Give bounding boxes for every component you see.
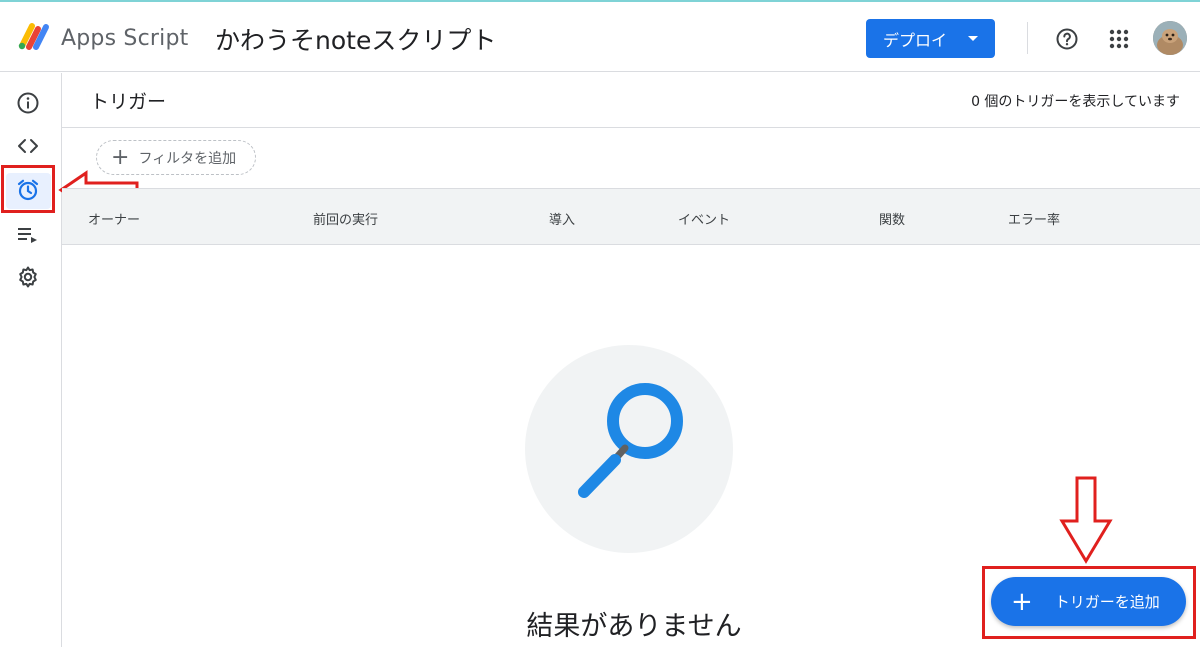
column-header-deployment[interactable]: 導入 xyxy=(549,209,575,228)
add-trigger-button[interactable]: + トリガーを追加 xyxy=(991,577,1186,626)
column-header-last-run[interactable]: 前回の実行 xyxy=(313,209,378,228)
add-trigger-label: トリガーを追加 xyxy=(1054,593,1160,611)
help-icon[interactable] xyxy=(1055,27,1079,51)
empty-state-illustration xyxy=(525,345,733,553)
main-content: トリガー 0 個のトリガーを表示しています + フィルタを追加 オーナー 前回の… xyxy=(62,73,1200,647)
add-filter-button[interactable]: + フィルタを追加 xyxy=(96,140,256,175)
avatar-image xyxy=(1153,21,1187,55)
deploy-button-label: デプロイ xyxy=(883,30,948,50)
left-nav-rail xyxy=(0,73,62,647)
column-header-error-rate[interactable]: エラー率 xyxy=(1008,209,1060,228)
google-apps-grid-icon[interactable] xyxy=(1107,27,1131,51)
trigger-count-text: 0 個のトリガーを表示しています xyxy=(971,94,1180,110)
list-play-icon[interactable] xyxy=(16,223,40,247)
search-icon xyxy=(578,383,683,498)
info-icon[interactable] xyxy=(16,91,40,115)
gear-icon[interactable] xyxy=(16,265,40,289)
annotation-highlight-box xyxy=(1,165,55,213)
add-filter-label: フィルタを追加 xyxy=(138,150,237,167)
column-header-event[interactable]: イベント xyxy=(678,209,730,228)
project-title[interactable]: かわうそnoteスクリプト xyxy=(215,21,496,57)
annotation-down-arrow-icon xyxy=(1059,476,1113,564)
plus-icon: + xyxy=(1011,586,1033,617)
app-header: Apps Script かわうそnoteスクリプト デプロイ xyxy=(0,2,1200,72)
column-header-owner[interactable]: オーナー xyxy=(88,209,140,228)
deploy-button[interactable]: デプロイ xyxy=(866,19,995,58)
brand-name[interactable]: Apps Script xyxy=(61,26,188,51)
code-icon[interactable] xyxy=(16,134,40,158)
caret-down-icon xyxy=(968,36,978,41)
plus-icon: + xyxy=(111,144,130,170)
divider xyxy=(62,127,1200,128)
column-header-function[interactable]: 関数 xyxy=(879,209,905,228)
table-header: オーナー 前回の実行 導入 イベント 関数 エラー率 xyxy=(62,188,1200,245)
page-title: トリガー xyxy=(90,91,167,113)
avatar[interactable] xyxy=(1153,21,1187,55)
header-divider xyxy=(1027,22,1028,54)
apps-script-logo-icon xyxy=(18,23,49,50)
